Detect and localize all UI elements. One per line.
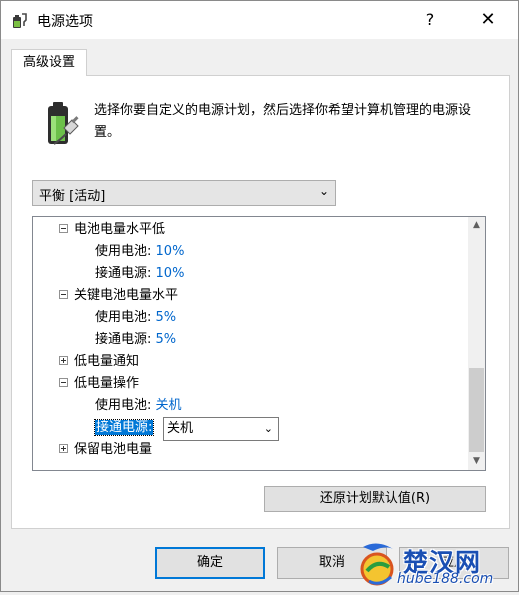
tree-leaf-plugged-in[interactable]: 接通电源: 10% — [95, 263, 184, 285]
watermark-logo-icon — [355, 541, 401, 591]
watermark: 楚汉网 hube188.com — [351, 541, 519, 593]
tree-node-reserve-battery-level[interactable]: 保留电池电量 — [59, 439, 152, 461]
title-bar: 电源选项 ? ✕ — [1, 1, 518, 39]
scroll-down-arrow-icon[interactable]: ▼ — [468, 453, 485, 470]
setting-value[interactable]: 5% — [156, 332, 177, 347]
scroll-up-arrow-icon[interactable]: ▲ — [468, 217, 485, 234]
tree-node-critical-battery-level[interactable]: 关键电池电量水平 — [59, 285, 178, 307]
power-options-dialog: 电源选项 ? ✕ 高级设置 选择你要自定义的电源计划，然后选择你希望计算机管理的… — [0, 0, 519, 592]
restore-defaults-button[interactable]: 还原计划默认值(R) — [264, 486, 486, 512]
expand-icon[interactable] — [59, 356, 68, 365]
watermark-url: hube188.com — [397, 571, 494, 587]
chevron-down-icon: ⌄ — [263, 422, 273, 435]
scroll-thumb[interactable] — [469, 368, 484, 452]
vertical-scrollbar[interactable]: ▲ ▼ — [468, 217, 485, 470]
setting-value[interactable]: 关机 — [156, 398, 182, 413]
ok-button[interactable]: 确定 — [155, 547, 265, 579]
tab-advanced-settings[interactable]: 高级设置 — [11, 49, 87, 76]
power-plan-icon — [11, 11, 29, 29]
settings-tree[interactable]: 电池电量水平低 使用电池: 10% 接通电源: 10% 关键电池电量水平 使用电… — [32, 216, 486, 471]
power-plan-dropdown[interactable]: 平衡 [活动] ⌄ — [32, 180, 336, 206]
setting-value[interactable]: 5% — [156, 310, 177, 325]
tree-node-low-battery-level[interactable]: 电池电量水平低 — [59, 219, 165, 241]
collapse-icon[interactable] — [59, 290, 68, 299]
help-button[interactable]: ? — [415, 7, 445, 33]
collapse-icon[interactable] — [59, 224, 68, 233]
expand-icon[interactable] — [59, 444, 68, 453]
selected-setting-label: 接通电源: — [93, 419, 155, 436]
tree-leaf-on-battery[interactable]: 使用电池: 10% — [95, 241, 184, 263]
setting-value[interactable]: 10% — [156, 244, 185, 259]
tree-leaf-plugged-in-selected[interactable]: 接通电源: 关机 ⌄ — [93, 417, 345, 441]
tree-leaf-plugged-in[interactable]: 接通电源: 5% — [95, 329, 176, 351]
battery-plug-icon — [42, 100, 82, 146]
tree-node-low-battery-notification[interactable]: 低电量通知 — [59, 351, 139, 373]
plugged-in-action-dropdown[interactable]: 关机 ⌄ — [163, 417, 279, 441]
plugged-in-action-value: 关机 — [167, 421, 194, 436]
setting-value[interactable]: 10% — [156, 266, 185, 281]
chevron-down-icon: ⌄ — [318, 184, 329, 198]
tree-leaf-on-battery[interactable]: 使用电池: 5% — [95, 307, 176, 329]
advanced-settings-panel: 选择你要自定义的电源计划，然后选择你希望计算机管理的电源设置。 平衡 [活动] … — [11, 75, 510, 529]
window-title: 电源选项 — [37, 14, 93, 30]
tree-leaf-on-battery[interactable]: 使用电池: 关机 — [95, 395, 182, 417]
power-plan-value: 平衡 [活动] — [39, 189, 106, 204]
close-button[interactable]: ✕ — [471, 7, 505, 33]
collapse-icon[interactable] — [59, 378, 68, 387]
tree-node-low-battery-action[interactable]: 低电量操作 — [59, 373, 139, 395]
instruction-text: 选择你要自定义的电源计划，然后选择你希望计算机管理的电源设置。 — [94, 103, 472, 140]
